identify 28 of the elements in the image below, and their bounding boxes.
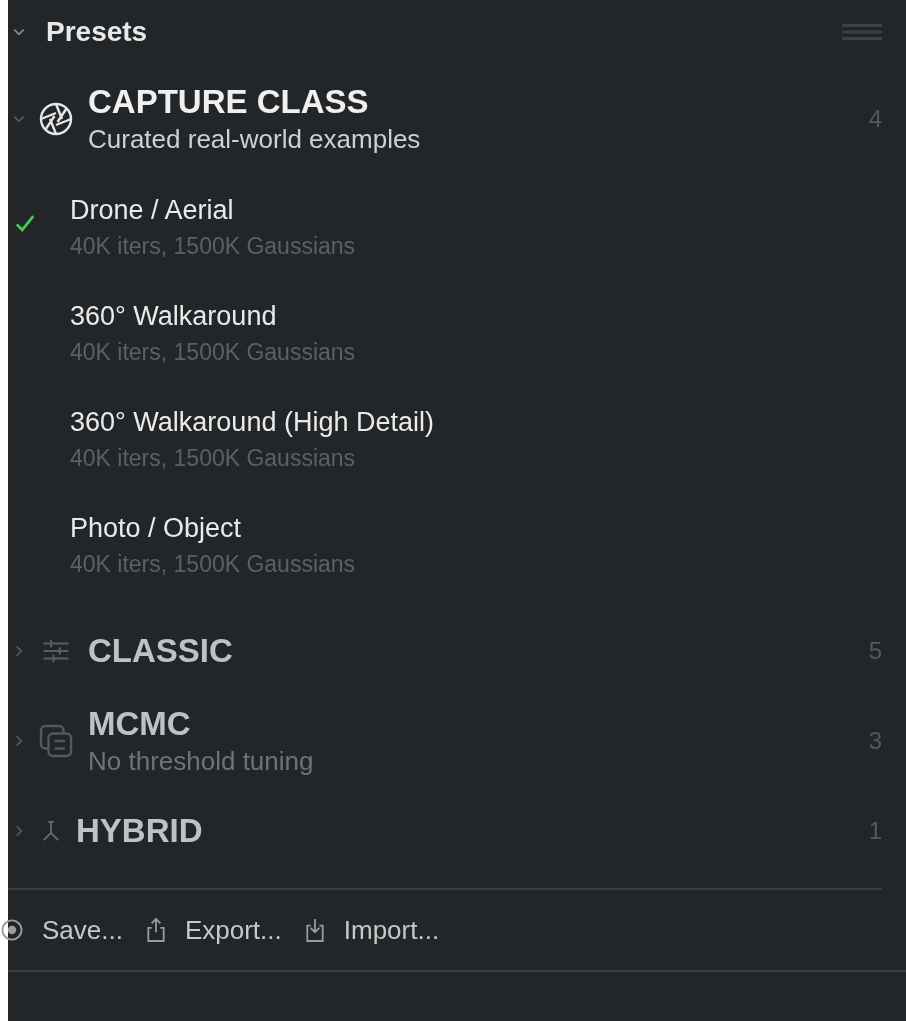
record-icon [0, 918, 24, 942]
preset-name: 360° Walkaround [70, 300, 278, 333]
action-button[interactable]: Import... [303, 914, 440, 946]
group-subtitle: Curated real-world examples [88, 123, 421, 156]
menu-icon[interactable] [842, 23, 882, 41]
download-icon [303, 916, 326, 944]
preset-name: Photo / Object [70, 512, 243, 545]
preset-detail: 40K iters, 1500K Gaussians [70, 232, 356, 261]
group-title[interactable]: CLASSIC [88, 631, 233, 671]
preset-item[interactable]: 360° Walkaround 40K iters, 1500K Gaussians [8, 280, 882, 386]
preset-item[interactable]: Photo / Object 40K iters, 1500K Gaussians [8, 492, 882, 598]
preset-detail: 40K iters, 1500K Gaussians [70, 444, 357, 473]
preset-detail: 40K iters, 1500K Gaussians [70, 338, 356, 367]
action-button[interactable]: Export... [144, 914, 282, 946]
panel-title: Presets [46, 16, 148, 48]
aperture-icon [38, 101, 74, 137]
group-title[interactable]: CAPTURE CLASS [88, 82, 421, 122]
preset-item[interactable]: Drone / Aerial 40K iters, 1500K Gaussians [8, 174, 882, 280]
share-icon [144, 916, 167, 944]
group-title[interactable]: MCMC [88, 704, 314, 744]
layers-icon [38, 723, 74, 759]
action-button[interactable]: Save... [0, 914, 123, 946]
group-title[interactable]: HYBRID [76, 811, 203, 851]
preset-detail: 40K iters, 1500K Gaussians [70, 550, 356, 579]
preset-name: 360° Walkaround (High Detail) [70, 406, 434, 439]
preset-item[interactable]: 360° Walkaround (High Detail) 40K iters, 1500K Gaussians [8, 386, 882, 492]
preset-name: Drone / Aerial [70, 194, 235, 227]
group-subtitle: No threshold tuning [88, 745, 314, 778]
